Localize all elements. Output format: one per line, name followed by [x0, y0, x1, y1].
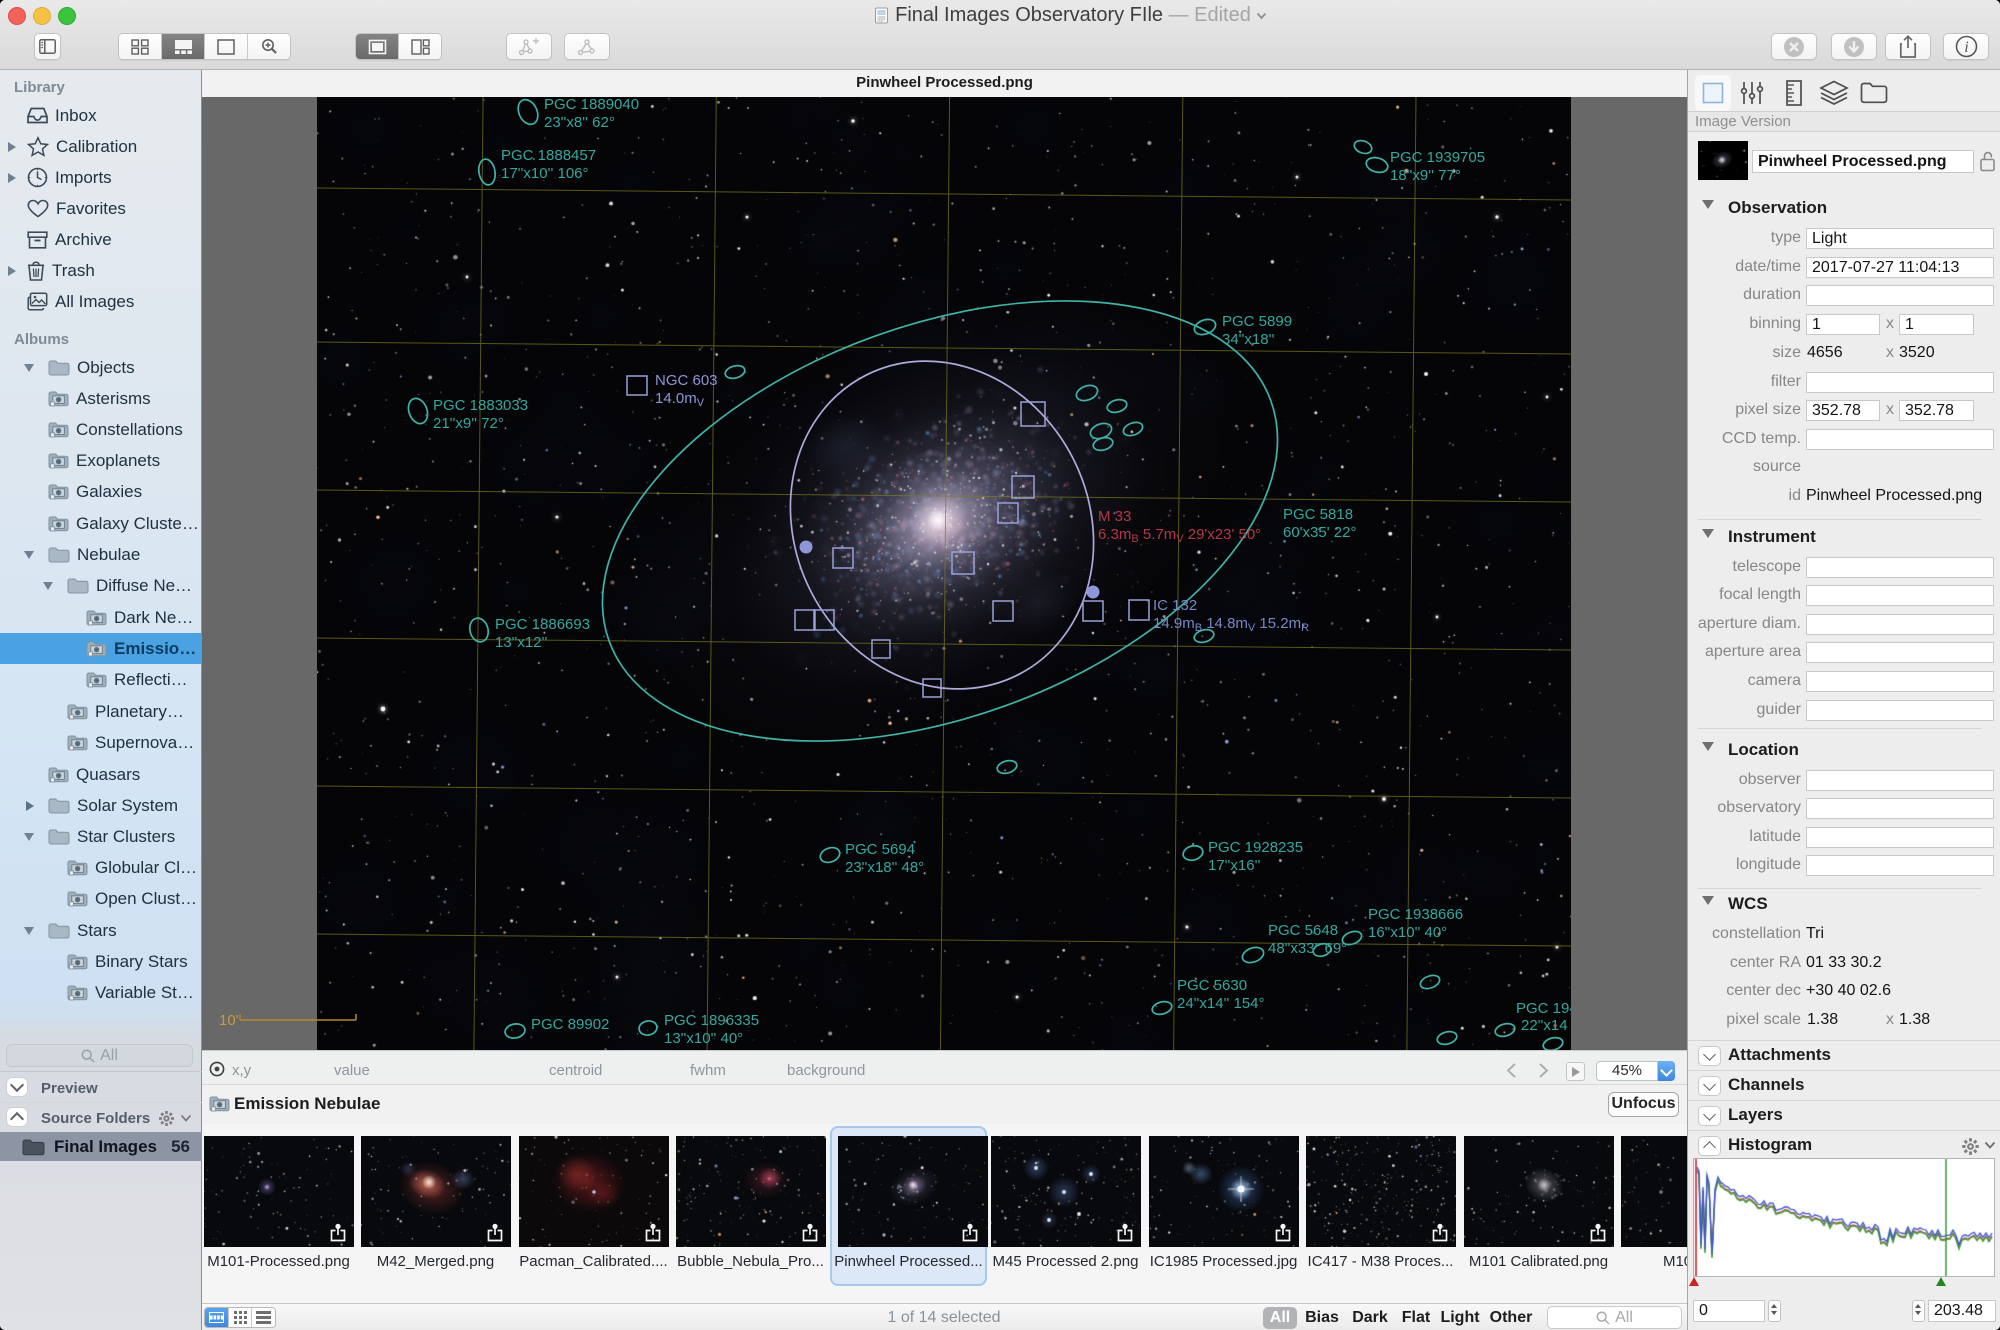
- svg-text:PGC 5630: PGC 5630: [1177, 977, 1247, 994]
- svg-text:PGC 1886693: PGC 1886693: [495, 616, 590, 633]
- svg-text:23''x18'' 48°: 23''x18'' 48°: [845, 859, 924, 876]
- svg-text:i: i: [1964, 39, 1968, 56]
- svg-text:PGC 5648: PGC 5648: [1268, 922, 1338, 939]
- svg-text:PGC 1928235: PGC 1928235: [1208, 839, 1303, 856]
- svg-text:M 33: M 33: [1098, 508, 1131, 525]
- svg-text:PGC 1889040: PGC 1889040: [544, 97, 639, 113]
- svg-text:14.9mB 14.8mV 15.2mR: 14.9mB 14.8mV 15.2mR: [1153, 615, 1309, 634]
- svg-text:13''x12'': 13''x12'': [495, 634, 547, 651]
- svg-text:PGC 1896335: PGC 1896335: [664, 1012, 759, 1029]
- svg-text:21''x9'' 72°: 21''x9'' 72°: [433, 415, 504, 432]
- svg-text:24''x14'' 154°: 24''x14'' 154°: [1177, 995, 1265, 1012]
- svg-text:48''x33'' 69°: 48''x33'' 69°: [1268, 940, 1347, 957]
- svg-text:10': 10': [219, 1012, 239, 1029]
- svg-text:PGC 5694: PGC 5694: [845, 841, 915, 858]
- svg-text:PGC 1939705: PGC 1939705: [1390, 149, 1485, 166]
- svg-text:23''x8'' 62°: 23''x8'' 62°: [544, 114, 615, 131]
- svg-text:PGC 1883033: PGC 1883033: [433, 397, 528, 414]
- svg-text:13''x10'' 40°: 13''x10'' 40°: [664, 1030, 743, 1047]
- svg-text:17''x10'' 106°: 17''x10'' 106°: [501, 165, 589, 182]
- svg-text:NGC 603: NGC 603: [655, 372, 718, 389]
- svg-text:PGC 1938666: PGC 1938666: [1368, 906, 1463, 923]
- svg-text:IC 132: IC 132: [1153, 597, 1197, 614]
- svg-text:PGC 194: PGC 194: [1516, 1000, 1578, 1017]
- svg-text:14.0mV: 14.0mV: [655, 390, 705, 409]
- svg-text:22''x14: 22''x14: [1521, 1017, 1568, 1034]
- svg-text:6.3mB 5.7mV 29'x23' 50°: 6.3mB 5.7mV 29'x23' 50°: [1098, 526, 1261, 545]
- svg-text:16''x10'' 40°: 16''x10'' 40°: [1368, 924, 1447, 941]
- svg-text:PGC 89902: PGC 89902: [531, 1016, 609, 1033]
- svg-text:17''x16'': 17''x16'': [1208, 857, 1260, 874]
- svg-text:34''x18'': 34''x18'': [1222, 331, 1274, 348]
- svg-text:60'x35' 22°: 60'x35' 22°: [1283, 524, 1356, 541]
- svg-text:PGC 5818: PGC 5818: [1283, 506, 1353, 523]
- svg-text:PGC 5899: PGC 5899: [1222, 313, 1292, 330]
- svg-text:18''x9'' 77°: 18''x9'' 77°: [1390, 167, 1461, 184]
- svg-text:PGC 1888457: PGC 1888457: [501, 147, 596, 164]
